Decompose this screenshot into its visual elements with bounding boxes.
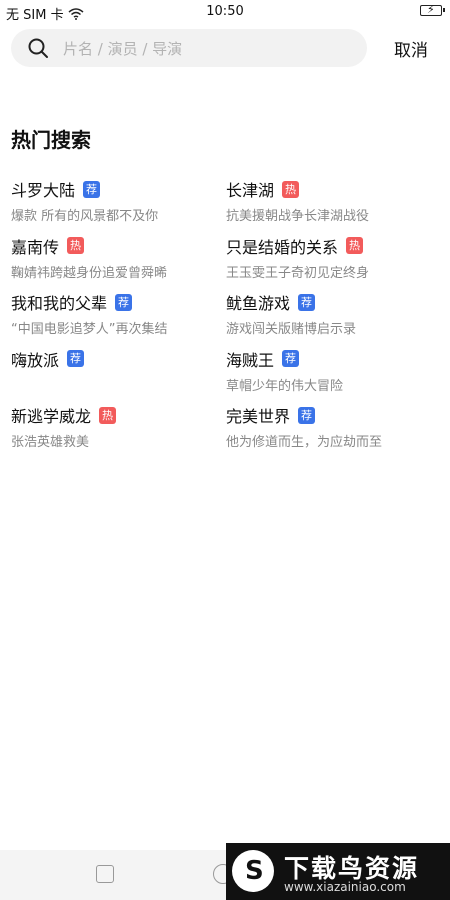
- hot-search-item-title-row: 长津湖热: [226, 178, 436, 200]
- hot-search-item[interactable]: 我和我的父辈荐 “中国电影追梦人”再次集结: [11, 291, 221, 341]
- hot-search-item-title-row: 海贼王荐: [226, 348, 436, 370]
- cancel-button[interactable]: 取消: [394, 36, 428, 61]
- search-box[interactable]: [11, 29, 367, 69]
- recent-apps-button[interactable]: [96, 865, 114, 883]
- hot-badge: 热: [99, 406, 117, 424]
- hot-search-item-title-row: 嘉南传热: [11, 235, 221, 257]
- hot-search-item-name: 完美世界: [226, 407, 291, 426]
- watermark: 下载鸟资源 www.xiazainiao.com: [226, 843, 450, 900]
- hot-search-item-description: 王玉雯王子奇初见定终身: [226, 265, 370, 281]
- hot-search-item-name: 长津湖: [226, 181, 275, 200]
- hot-search-item-title-row: 完美世界荐: [226, 404, 436, 426]
- hot-search-item[interactable]: 新逃学威龙热张浩英雄救美: [11, 404, 221, 454]
- hot-search-item-description: “中国电影追梦人”再次集结: [11, 322, 168, 337]
- hot-search-item[interactable]: 斗罗大陆荐爆款 所有的风景都不及你: [11, 178, 221, 228]
- search-input[interactable]: [61, 29, 355, 69]
- hot-search-item[interactable]: 嘉南传热鞠婧祎跨越身份追爱曾舜晞: [11, 235, 221, 285]
- hot-search-item-name: 新逃学威龙: [11, 407, 92, 426]
- hot-search-item-description: 抗美援朝战争长津湖战役: [226, 209, 370, 224]
- recommend-badge: 荐: [115, 293, 133, 311]
- recommend-badge: 荐: [282, 350, 300, 367]
- section-title: 热门搜索: [11, 128, 91, 152]
- hot-search-item-description: 张浩英雄救美: [11, 435, 90, 450]
- hot-badge: 热: [346, 237, 364, 254]
- hot-search-item-title-row: 只是结婚的关系热: [226, 235, 436, 257]
- hot-search-item-description: 爆款 所有的风景都不及你: [11, 209, 159, 224]
- hot-search-item-name: 斗罗大陆: [11, 181, 76, 200]
- hot-search-item[interactable]: 只是结婚的关系热王玉雯王子奇初见定终身: [226, 235, 436, 285]
- hot-search-item[interactable]: 鱿鱼游戏荐游戏闯关版赌博启示录: [226, 291, 436, 341]
- hot-search-item-description: 鞠婧祎跨越身份追爱曾舜晞: [11, 265, 168, 281]
- search-icon: [28, 38, 48, 58]
- watermark-url: www.xiazainiao.com: [284, 880, 406, 894]
- hot-search-item-name: 嗨放派: [11, 350, 60, 370]
- hot-search-item-title-row: 我和我的父辈荐: [11, 291, 221, 313]
- status-time: 10:50: [206, 4, 244, 19]
- hot-search-item[interactable]: 嗨放派荐: [11, 348, 221, 398]
- hot-search-item[interactable]: 长津湖热抗美援朝战争长津湖战役: [226, 178, 436, 228]
- hot-search-item-title-row: 新逃学威龙热: [11, 404, 221, 426]
- hot-search-item[interactable]: 完美世界荐他为修道而生，为应劫而至: [226, 404, 436, 454]
- hot-badge: 热: [67, 237, 85, 254]
- recommend-badge: 荐: [298, 406, 316, 424]
- hot-search-item-name: 只是结婚的关系: [226, 237, 339, 257]
- status-bar: 无 SIM 卡 10:50 ⚡: [0, 0, 450, 24]
- hot-search-item-name: 嘉南传: [11, 237, 60, 257]
- recommend-badge: 荐: [67, 350, 85, 367]
- hot-search-item-name: 鱿鱼游戏: [226, 294, 291, 313]
- hot-search-item-description: 草帽少年的伟大冒险: [226, 378, 344, 394]
- hot-search-item-title-row: 斗罗大陆荐: [11, 178, 221, 200]
- watermark-logo: [232, 850, 274, 892]
- hot-badge: 热: [282, 180, 300, 198]
- hot-search-item-description: 游戏闯关版赌博启示录: [226, 322, 357, 337]
- charging-icon: ⚡: [427, 3, 435, 16]
- hot-search-item-title-row: 鱿鱼游戏荐: [226, 291, 436, 313]
- hot-search-item-title-row: 嗨放派荐: [11, 348, 221, 370]
- hot-search-item[interactable]: 海贼王荐草帽少年的伟大冒险: [226, 348, 436, 398]
- recommend-badge: 荐: [83, 180, 101, 198]
- hot-search-item-name: 海贼王: [226, 350, 275, 370]
- recommend-badge: 荐: [298, 293, 316, 311]
- hot-search-item-name: 我和我的父辈: [11, 294, 108, 313]
- battery-icon: ⚡: [420, 3, 445, 16]
- hot-search-item-description: 他为修道而生，为应劫而至: [226, 435, 383, 450]
